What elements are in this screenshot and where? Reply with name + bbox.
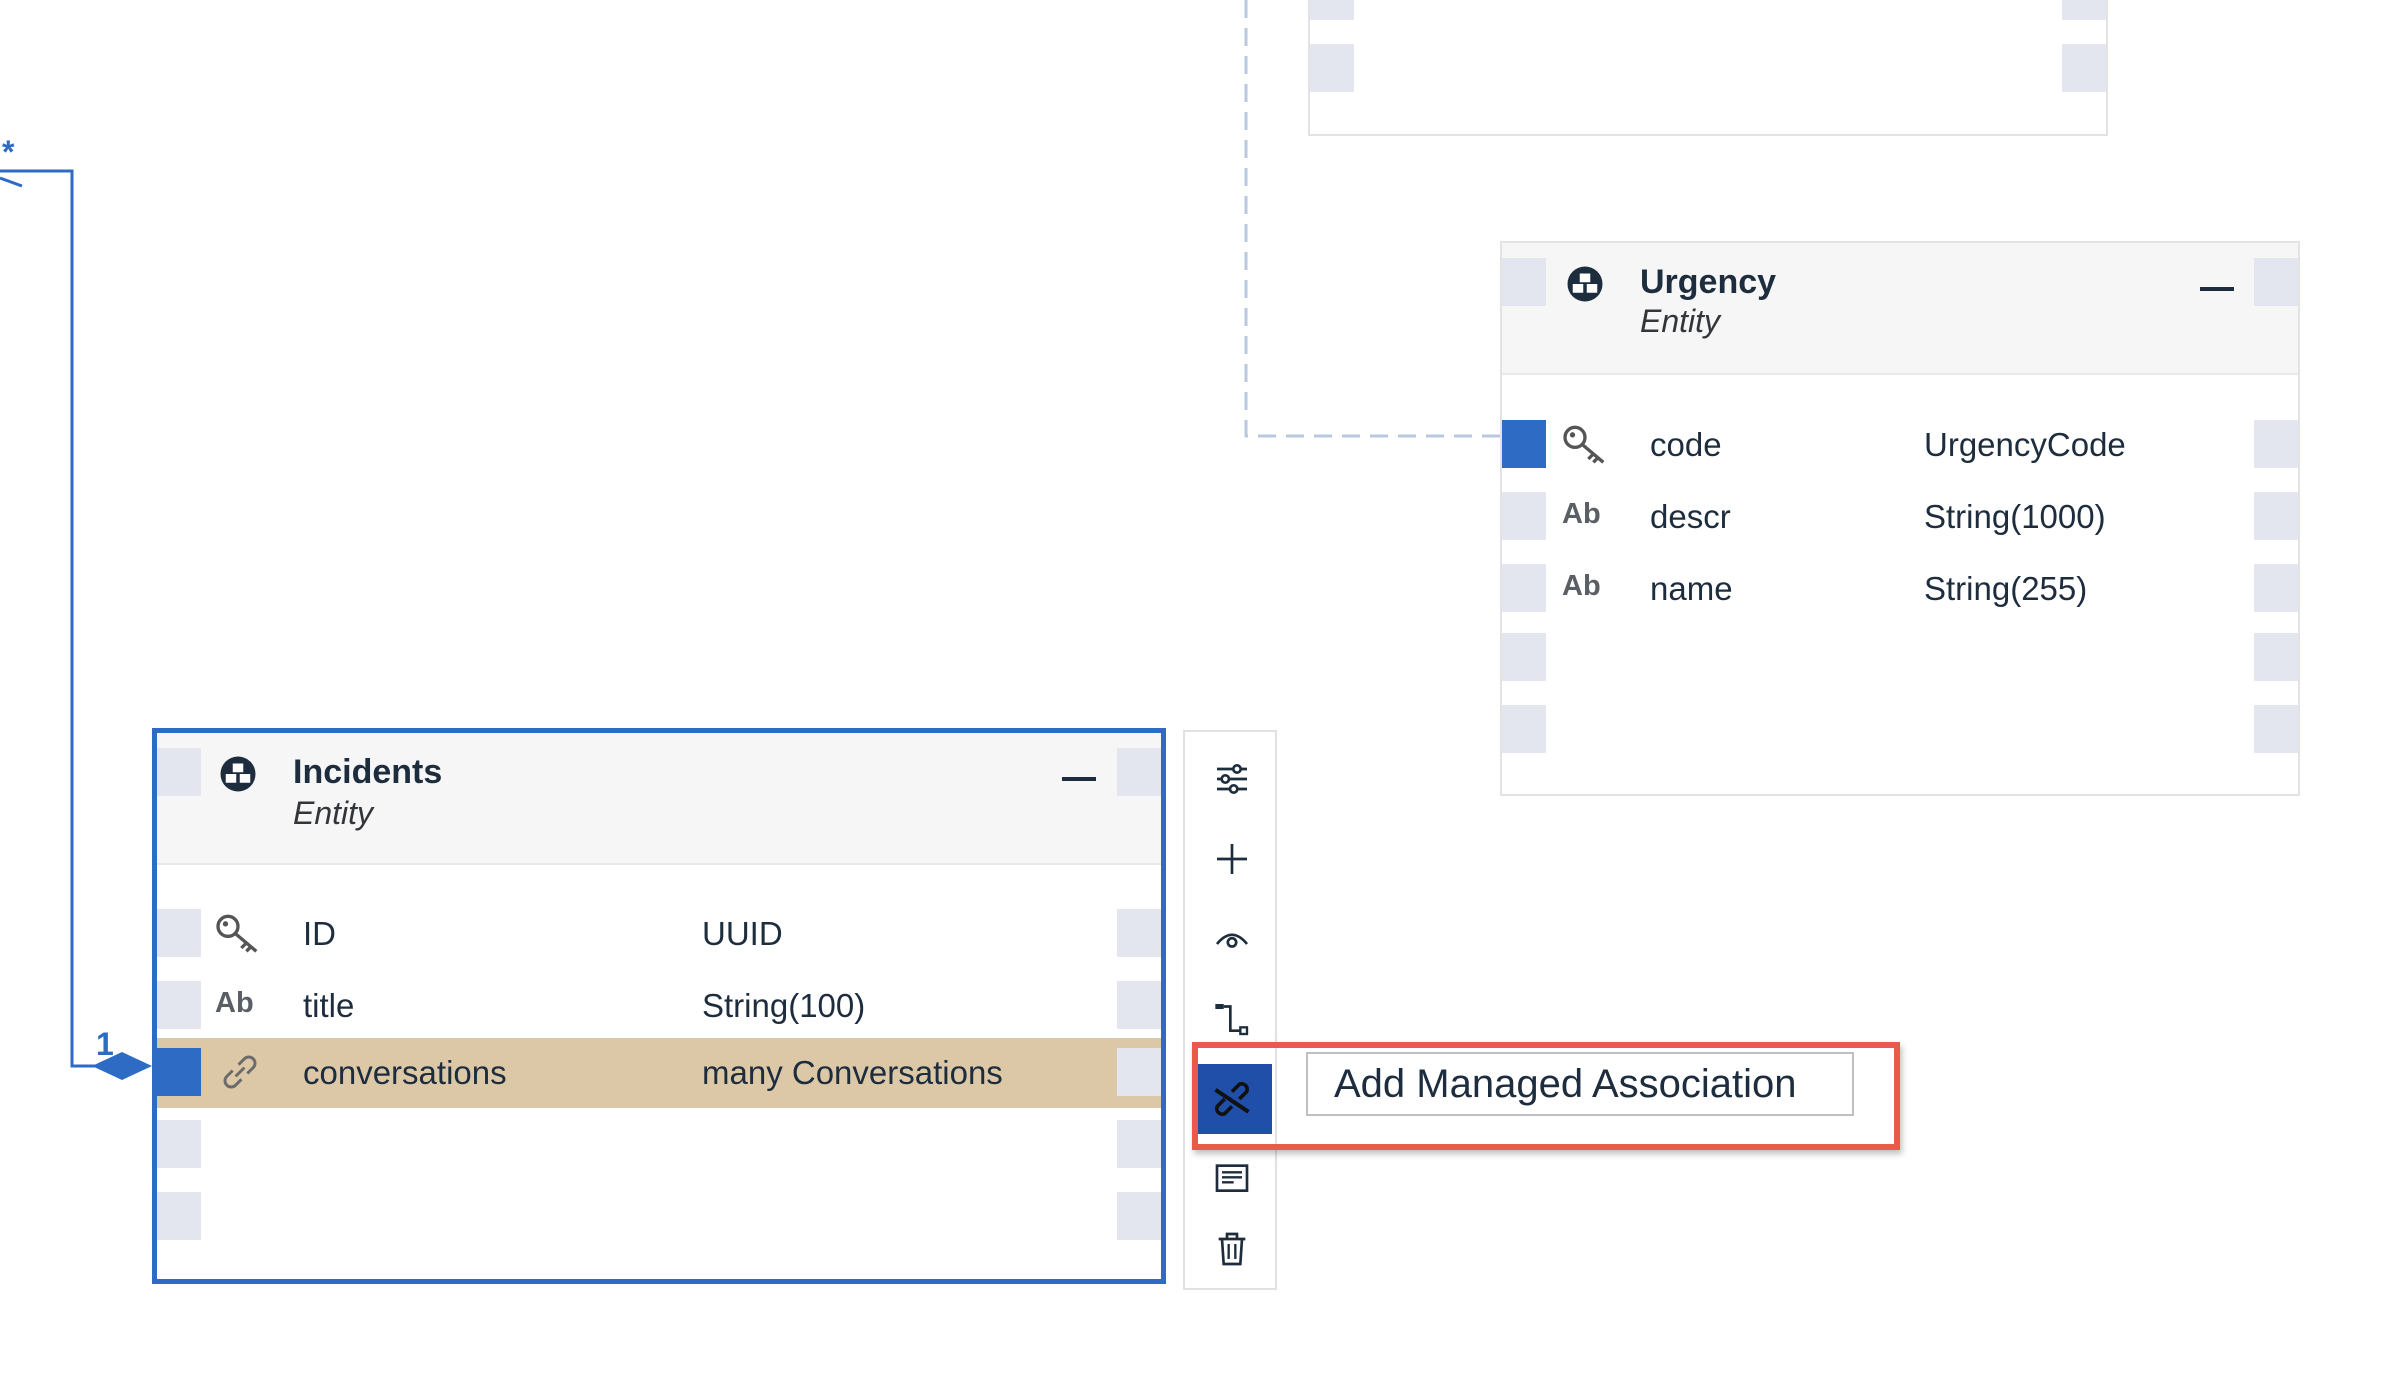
port-right[interactable] <box>2254 420 2298 468</box>
port-right[interactable] <box>1117 909 1161 957</box>
port-left[interactable] <box>157 1192 201 1240</box>
port-right[interactable] <box>1117 748 1161 796</box>
port-left[interactable] <box>1502 420 1546 468</box>
entity-card-urgency[interactable]: Urgency Entity code UrgencyCode Ab descr… <box>1500 241 2300 796</box>
entity-card-partial[interactable] <box>1308 0 2108 136</box>
entity-kind: Entity <box>1640 303 1721 339</box>
port-right[interactable] <box>1117 981 1161 1029</box>
entity-kind: Entity <box>293 795 374 831</box>
port-left[interactable] <box>157 1048 201 1096</box>
port-left[interactable] <box>157 981 201 1029</box>
field-row[interactable]: ID UUID <box>157 899 1161 969</box>
port-right[interactable] <box>2254 258 2298 306</box>
port-left[interactable] <box>1502 705 1546 753</box>
collapse-icon[interactable] <box>1062 777 1096 781</box>
port-right[interactable] <box>2254 705 2298 753</box>
field-name: descr <box>1650 498 1731 535</box>
crowfoot-marker <box>0 176 23 188</box>
port-right[interactable] <box>2254 564 2298 612</box>
key-icon <box>216 914 258 953</box>
key-icon <box>1563 425 1605 464</box>
string-type-icon: Ab <box>1562 498 1601 530</box>
port-left[interactable] <box>1502 258 1546 306</box>
entity-context-toolbar <box>1183 730 1277 1290</box>
port-right[interactable] <box>1117 1192 1161 1240</box>
port-left[interactable] <box>1310 0 1354 20</box>
association-line-conversations <box>0 169 112 1068</box>
port-left[interactable] <box>1502 564 1546 612</box>
entity-title: Urgency <box>1640 263 1777 301</box>
entity-title: Incidents <box>293 753 443 791</box>
field-name: code <box>1650 426 1722 463</box>
port-right[interactable] <box>2062 0 2106 20</box>
field-type: String(255) <box>1924 570 2088 607</box>
port-right[interactable] <box>2254 492 2298 540</box>
string-type-icon: Ab <box>1562 570 1601 602</box>
entity-header[interactable]: Incidents Entity <box>157 733 1161 865</box>
field-type: UrgencyCode <box>1924 426 2126 463</box>
notes-icon[interactable] <box>1192 1144 1272 1214</box>
port-right[interactable] <box>2254 633 2298 681</box>
entity-cube-icon <box>1567 266 1603 302</box>
field-row[interactable]: Ab title String(100) <box>157 971 1161 1041</box>
field-type: String(1000) <box>1924 498 2106 535</box>
field-row-selected[interactable]: conversations many Conversations <box>157 1038 1161 1108</box>
port-left[interactable] <box>1310 44 1354 92</box>
port-right[interactable] <box>2062 44 2106 92</box>
string-type-icon: Ab <box>215 987 254 1019</box>
settings-sliders-icon[interactable] <box>1192 744 1272 814</box>
eye-icon[interactable] <box>1192 904 1272 974</box>
port-right[interactable] <box>1117 1048 1161 1096</box>
field-row[interactable]: code UrgencyCode <box>1502 410 2298 480</box>
port-right[interactable] <box>1117 1120 1161 1168</box>
entity-cube-icon <box>220 756 256 792</box>
collapse-icon[interactable] <box>2200 287 2234 291</box>
field-type: many Conversations <box>702 1054 1003 1091</box>
entity-header[interactable]: Urgency Entity <box>1502 243 2298 375</box>
cardinality-many-label: * <box>2 134 15 170</box>
field-row[interactable]: Ab name String(255) <box>1502 554 2298 624</box>
port-left[interactable] <box>1502 492 1546 540</box>
cardinality-one-label: 1 <box>96 1026 114 1062</box>
entity-card-incidents[interactable]: Incidents Entity ID UUID Ab title String… <box>152 728 1166 1284</box>
port-left[interactable] <box>1502 633 1546 681</box>
field-name: ID <box>303 915 336 952</box>
field-name: title <box>303 987 355 1024</box>
delete-icon[interactable] <box>1192 1214 1272 1284</box>
highlight-annotation-frame <box>1192 1042 1900 1150</box>
field-name: conversations <box>303 1054 507 1091</box>
port-left[interactable] <box>157 1120 201 1168</box>
link-icon <box>223 1055 257 1089</box>
field-name: name <box>1650 570 1733 607</box>
port-left[interactable] <box>157 748 201 796</box>
add-icon[interactable] <box>1192 824 1272 894</box>
port-left[interactable] <box>157 909 201 957</box>
field-type: UUID <box>702 915 783 952</box>
field-type: String(100) <box>702 987 866 1024</box>
field-row[interactable]: Ab descr String(1000) <box>1502 482 2298 552</box>
